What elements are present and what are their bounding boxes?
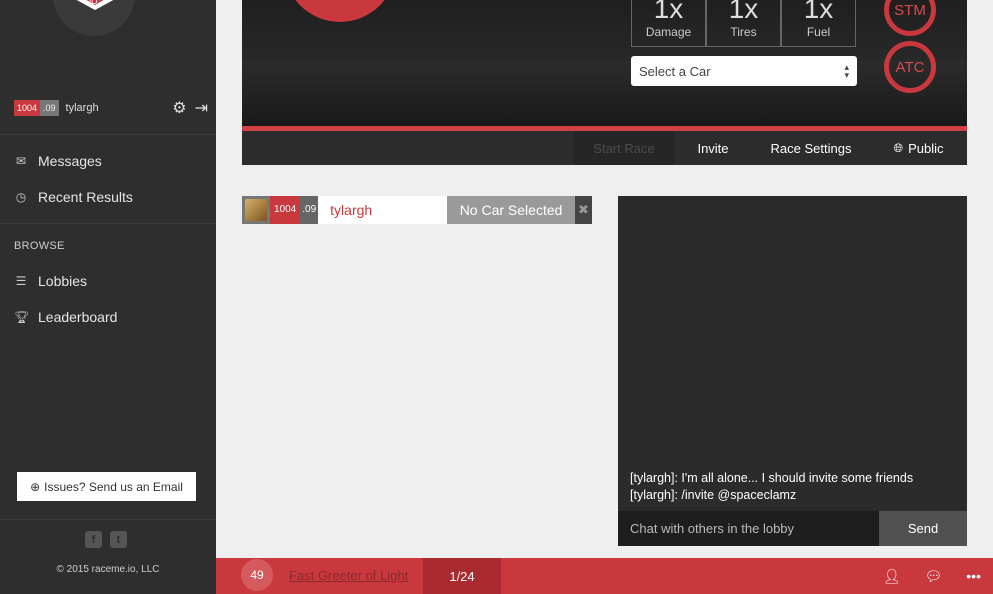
player-title-link[interactable]: Fast Greeter of Light bbox=[289, 568, 408, 583]
footer-bar: 49 Fast Greeter of Light 1/24 👤︎ 💬︎ ••• bbox=[216, 558, 993, 594]
rank-value: 1004 bbox=[14, 100, 41, 116]
race-indicator bbox=[284, 0, 396, 22]
close-icon[interactable]: ✖ bbox=[575, 196, 592, 224]
nav-lobbies[interactable]: ☰ Lobbies bbox=[14, 271, 87, 291]
car-select[interactable]: Select a Car ▴ ▾ bbox=[631, 56, 857, 86]
trophy-icon: 🏆︎ bbox=[14, 310, 30, 324]
fuel-value: 1x bbox=[803, 0, 834, 24]
sidebar: RM IO 1004 .09 tylargh ⚙ ⇥ ✉ Messages ◷ … bbox=[0, 0, 216, 594]
rank-badge: 1004 .09 bbox=[14, 100, 59, 116]
start-race-button[interactable]: Start Race bbox=[574, 131, 674, 165]
user-row: 1004 .09 tylargh ⚙ ⇥ bbox=[14, 99, 208, 117]
nav-messages[interactable]: ✉ Messages bbox=[14, 151, 102, 171]
twitter-icon[interactable]: t bbox=[110, 531, 127, 548]
fuel-label: Fuel bbox=[806, 25, 831, 39]
player-rank: 1004 bbox=[270, 196, 301, 224]
player-row: 1004 .09 tylargh No Car Selected ✖ bbox=[242, 196, 592, 224]
damage-multiplier[interactable]: 1x Damage bbox=[631, 0, 706, 47]
atc-label: ATC bbox=[895, 58, 925, 76]
issues-email-button[interactable]: ⊕ Issues? Send us an Email bbox=[17, 472, 196, 501]
avatar-image bbox=[245, 199, 267, 221]
avatar[interactable] bbox=[242, 196, 270, 224]
tires-value: 1x bbox=[728, 0, 759, 24]
invite-button[interactable]: Invite bbox=[674, 131, 752, 165]
select-arrows-icon: ▴ ▾ bbox=[844, 62, 849, 80]
damage-value: 1x bbox=[653, 0, 684, 24]
logo[interactable]: RM IO bbox=[53, 0, 135, 36]
car-select-value: Select a Car bbox=[639, 63, 711, 79]
atc-toggle[interactable]: ATC bbox=[884, 41, 936, 93]
username[interactable]: tylargh bbox=[66, 102, 99, 114]
fuel-multiplier[interactable]: 1x Fuel bbox=[781, 0, 856, 47]
nav-recent-results[interactable]: ◷ Recent Results bbox=[14, 187, 133, 207]
public-button[interactable]: 🌐︎ Public bbox=[870, 131, 967, 165]
divider bbox=[0, 134, 216, 135]
facebook-icon[interactable]: f bbox=[85, 531, 102, 548]
issues-email-label: Issues? Send us an Email bbox=[44, 479, 183, 494]
stm-toggle[interactable]: STM bbox=[884, 0, 936, 36]
send-button[interactable]: Send bbox=[879, 511, 967, 546]
chat-input[interactable] bbox=[618, 511, 879, 546]
public-label: Public bbox=[908, 140, 944, 156]
player-rank-decimal: .09 bbox=[300, 196, 319, 224]
lobby-chat: [tylargh]: I'm all alone... I should inv… bbox=[618, 196, 967, 546]
progress-counter[interactable]: 1/24 bbox=[423, 558, 501, 594]
logout-icon[interactable]: ⇥ bbox=[195, 98, 208, 118]
track-background bbox=[242, 60, 967, 126]
chat-message: [tylargh]: /invite @spaceclamz bbox=[630, 488, 797, 502]
envelope-icon: ✉ bbox=[15, 154, 27, 168]
globe-icon: 🌐︎ bbox=[893, 140, 904, 155]
nav-lobbies-label: Lobbies bbox=[38, 273, 88, 289]
race-settings-button[interactable]: Race Settings bbox=[752, 131, 870, 165]
browse-heading: BROWSE bbox=[14, 240, 65, 252]
divider bbox=[0, 519, 216, 520]
car-status-badge: No Car Selected bbox=[447, 196, 576, 224]
player-name[interactable]: tylargh bbox=[318, 196, 448, 224]
damage-label: Damage bbox=[645, 25, 692, 39]
race-preview: 1x Damage 1x Tires 1x Fuel Select a Car … bbox=[242, 0, 967, 126]
chat-bubble-icon[interactable]: 💬︎ bbox=[925, 568, 943, 585]
user-icon[interactable]: 👤︎ bbox=[883, 568, 901, 585]
gear-icon[interactable]: ⚙ bbox=[172, 98, 186, 118]
level-badge: 49 bbox=[241, 559, 273, 591]
nav-leaderboard-label: Leaderboard bbox=[38, 309, 118, 325]
copyright: © 2015 raceme.io, LLC bbox=[56, 564, 160, 575]
clock-icon: ◷ bbox=[15, 190, 27, 204]
race-action-bar: Start Race Invite Race Settings 🌐︎ Publi… bbox=[242, 131, 967, 165]
social-links: f t bbox=[85, 531, 127, 548]
chat-messages: [tylargh]: I'm all alone... I should inv… bbox=[630, 470, 913, 504]
logo-subtext: IO bbox=[89, 0, 98, 6]
lifering-icon: ⊕ bbox=[30, 479, 41, 494]
more-icon[interactable]: ••• bbox=[966, 568, 981, 584]
nav-recent-results-label: Recent Results bbox=[38, 189, 133, 205]
tires-multiplier[interactable]: 1x Tires bbox=[706, 0, 781, 47]
list-icon: ☰ bbox=[15, 274, 27, 288]
rank-decimal: .09 bbox=[40, 100, 59, 116]
divider bbox=[0, 223, 216, 224]
nav-leaderboard[interactable]: 🏆︎ Leaderboard bbox=[14, 307, 117, 327]
tires-label: Tires bbox=[730, 25, 757, 39]
stm-label: STM bbox=[894, 1, 926, 19]
chat-message: [tylargh]: I'm all alone... I should inv… bbox=[630, 471, 914, 485]
nav-messages-label: Messages bbox=[38, 153, 102, 169]
